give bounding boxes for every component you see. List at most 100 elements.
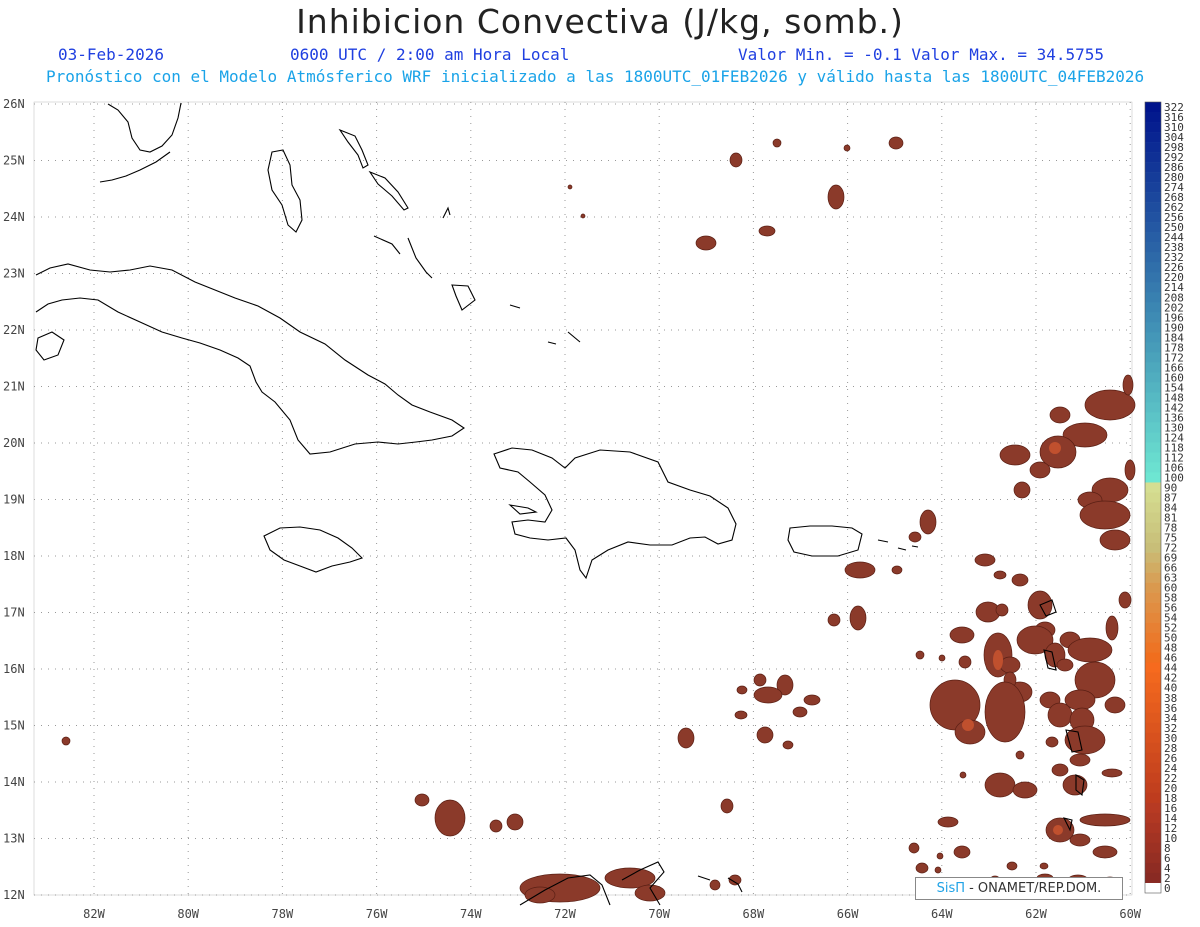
colorbar-swatch xyxy=(1145,142,1161,153)
lat-label: 25N xyxy=(3,154,25,168)
colorbar-swatch xyxy=(1145,602,1161,613)
colorbar-swatch xyxy=(1145,732,1161,744)
lat-label: 26N xyxy=(3,97,25,111)
cin-region xyxy=(729,152,743,168)
colorbar-swatch xyxy=(1145,212,1161,223)
colorbar-swatch xyxy=(1145,552,1161,563)
map-panel: 82W 80W 78W 76W 74W 72W 70W 68W 66W 64W 62W 60W 26N 2… xyxy=(3,97,1184,921)
colorbar-swatch xyxy=(1145,592,1161,603)
cin-peak xyxy=(962,719,974,731)
lat-label: 14N xyxy=(3,775,25,789)
cin-region xyxy=(1012,781,1038,799)
colorbar-swatch xyxy=(1145,102,1161,113)
cin-region xyxy=(695,235,717,251)
colorbar-swatch xyxy=(1145,432,1161,443)
cin-region xyxy=(915,650,925,660)
colorbar-swatch xyxy=(1145,572,1161,583)
colorbar-swatch xyxy=(1145,292,1161,303)
credit-text: - ONAMET/REP.DOM. xyxy=(969,881,1102,896)
cin-region xyxy=(936,852,944,860)
cin-region xyxy=(938,654,946,662)
colorbar-swatch xyxy=(1145,182,1161,193)
cin-region xyxy=(953,845,971,859)
colorbar-swatch xyxy=(1145,682,1161,694)
colorbar-swatch xyxy=(1145,122,1161,133)
colorbar-swatch xyxy=(1145,262,1161,273)
lat-label: 19N xyxy=(3,493,25,507)
lat-label: 22N xyxy=(3,323,25,337)
coast-florida-keys xyxy=(99,151,171,183)
colorbar-swatch xyxy=(1145,762,1161,774)
cin-region xyxy=(1101,768,1123,778)
cin-region xyxy=(414,793,430,807)
cin-region xyxy=(843,144,851,152)
coast-small-cays xyxy=(442,206,581,345)
cin-region xyxy=(958,655,972,669)
cin-region xyxy=(736,685,748,695)
cin-region xyxy=(1047,702,1073,728)
lat-label: 16N xyxy=(3,662,25,676)
colorbar-swatch xyxy=(1145,662,1161,674)
colorbar-swatch xyxy=(1145,752,1161,764)
colorbar-swatch xyxy=(1145,862,1161,874)
coast-long-island xyxy=(407,237,433,279)
lat-label: 21N xyxy=(3,380,25,394)
lon-label: 62W xyxy=(1025,907,1047,921)
lon-label: 74W xyxy=(460,907,482,921)
colorbar-swatch xyxy=(1145,522,1161,533)
colorbar-swatch xyxy=(1145,472,1161,483)
colorbar-swatch xyxy=(1145,202,1161,213)
colorbar-swatch xyxy=(1145,442,1161,453)
colorbar-swatch xyxy=(1145,322,1161,333)
colorbar-swatch xyxy=(1145,642,1161,653)
colorbar-swatch xyxy=(1145,772,1161,784)
cin-region xyxy=(999,656,1021,674)
cin-region xyxy=(995,603,1009,617)
colorbar-swatch xyxy=(1145,282,1161,293)
cin-region xyxy=(919,509,937,535)
cin-region xyxy=(937,816,959,828)
cin-region xyxy=(888,136,904,150)
colorbar-swatch xyxy=(1145,222,1161,233)
cin-region xyxy=(1099,529,1131,551)
colorbar-swatch xyxy=(1145,652,1161,664)
colorbar-swatch xyxy=(1145,132,1161,143)
coast-florida xyxy=(107,102,182,153)
cin-region xyxy=(827,184,845,210)
cin-region xyxy=(984,681,1026,743)
axis-labels: 82W 80W 78W 76W 74W 72W 70W 68W 66W 64W 62W 60W 26N 2… xyxy=(3,97,1142,921)
cin-region xyxy=(993,570,1007,580)
cin-region xyxy=(567,184,573,190)
colorbar-swatch xyxy=(1145,332,1161,343)
colorbar-swatch xyxy=(1145,412,1161,423)
cin-region xyxy=(803,694,821,706)
colorbar-swatch xyxy=(1145,422,1161,433)
coast-andros xyxy=(267,149,303,233)
colorbar-swatch xyxy=(1145,722,1161,734)
cin-region xyxy=(849,605,867,631)
colorbar-swatch xyxy=(1145,712,1161,724)
lon-label: 60W xyxy=(1119,907,1141,921)
cin-region xyxy=(1092,845,1118,859)
cin-region xyxy=(1105,615,1119,641)
colorbar-swatch xyxy=(1145,172,1161,183)
cin-region xyxy=(959,771,967,779)
cin-region xyxy=(1104,696,1126,714)
colorbar-swatch xyxy=(1145,162,1161,173)
cin-region xyxy=(1011,573,1029,587)
colorbar-swatch xyxy=(1145,822,1161,834)
lon-label: 68W xyxy=(743,907,765,921)
cin-region xyxy=(891,565,903,575)
lat-label: 12N xyxy=(3,888,25,902)
lon-label: 66W xyxy=(837,907,859,921)
cin-region xyxy=(999,444,1031,466)
cin-region xyxy=(734,710,748,720)
cin-region xyxy=(1015,750,1025,760)
cin-region xyxy=(1122,374,1134,396)
cin-region xyxy=(772,138,782,148)
lat-label: 23N xyxy=(3,267,25,281)
cin-region xyxy=(1029,461,1051,479)
cin-region xyxy=(782,740,794,750)
colorbar-swatch xyxy=(1145,632,1161,643)
colorbar-swatch xyxy=(1145,692,1161,704)
